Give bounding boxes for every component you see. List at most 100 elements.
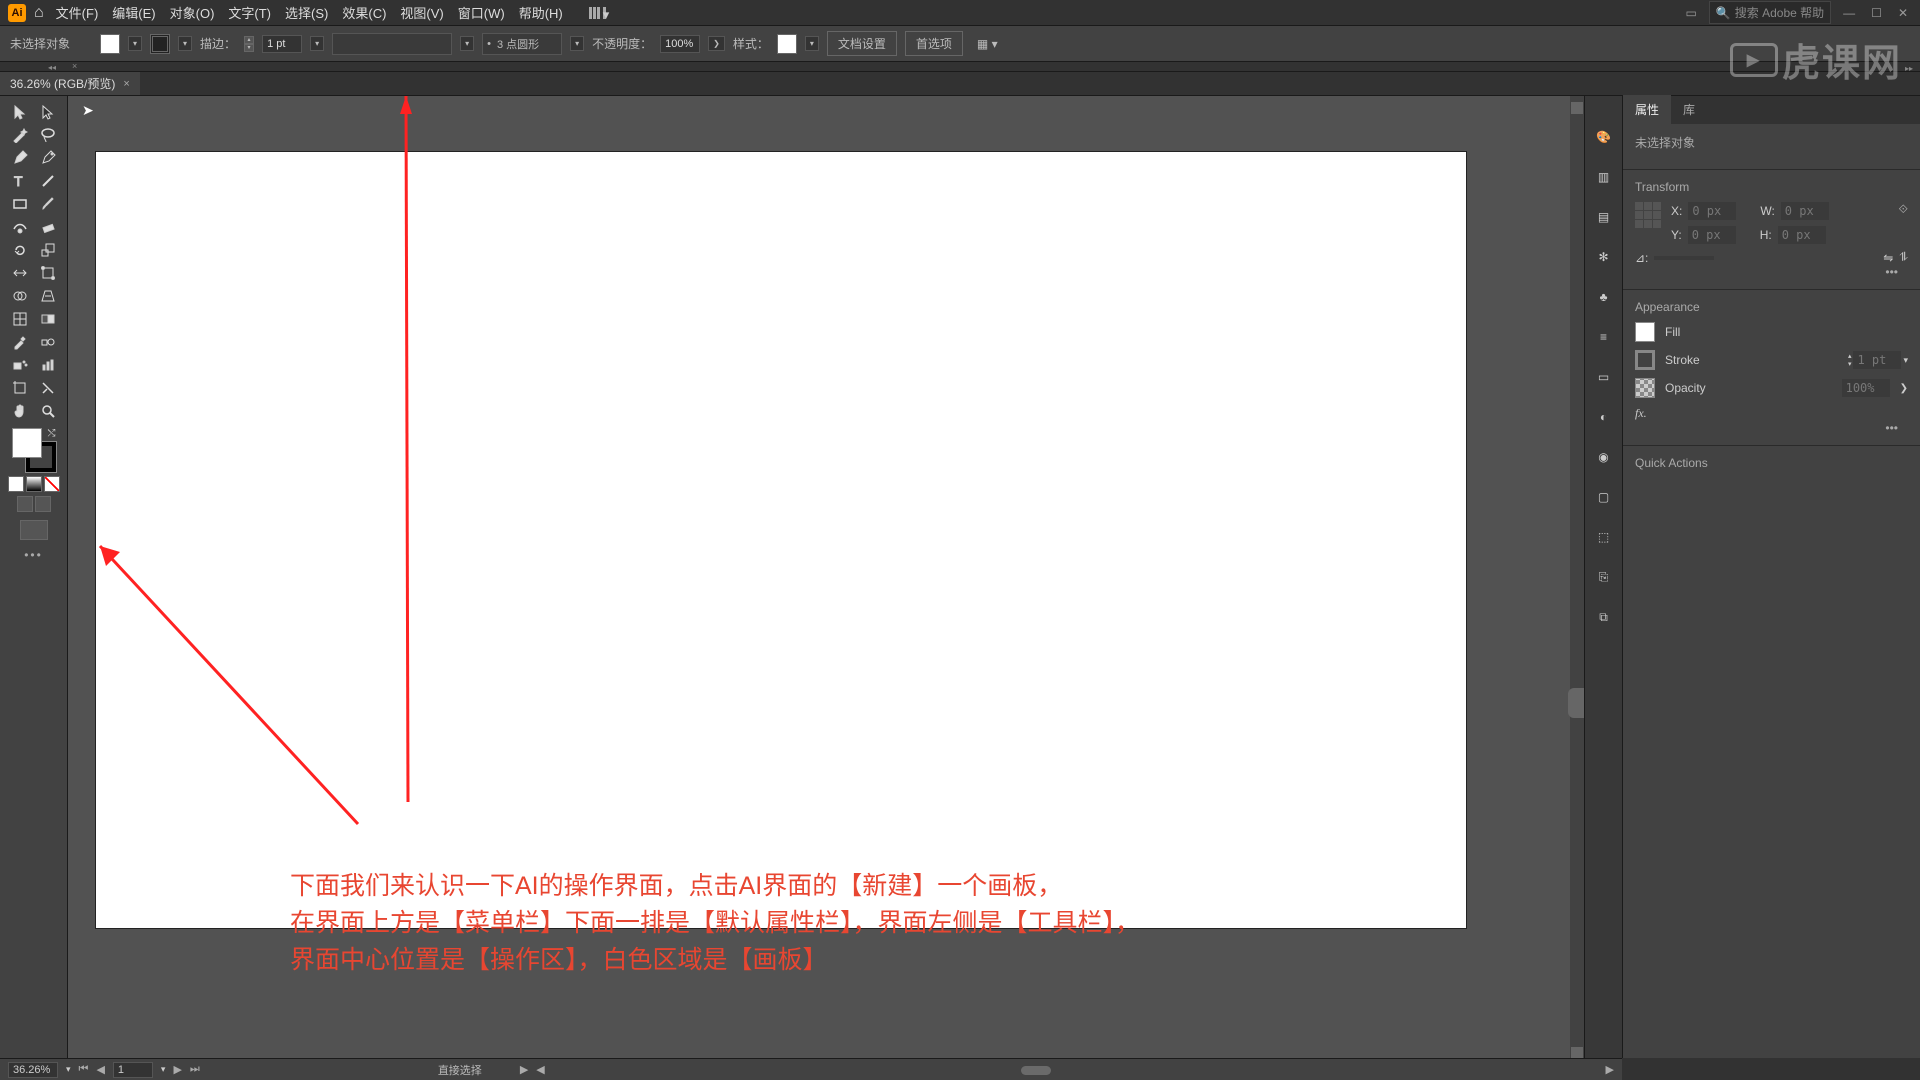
stroke-stepper[interactable]: ▴▾: [244, 36, 254, 52]
zoom-tool-icon[interactable]: [34, 399, 62, 422]
transform-flyout-icon[interactable]: •••: [1635, 265, 1908, 279]
last-artboard-icon[interactable]: ⏭: [190, 1063, 200, 1076]
hscroll-left-icon[interactable]: ◀: [536, 1063, 544, 1076]
perspective-tool-icon[interactable]: [34, 284, 62, 307]
prev-artboard-icon[interactable]: ◀: [96, 1063, 104, 1076]
symbol-sprayer-tool-icon[interactable]: [6, 353, 34, 376]
free-transform-tool-icon[interactable]: [34, 261, 62, 284]
hand-tool-icon[interactable]: [6, 399, 34, 422]
width-tool-icon[interactable]: [6, 261, 34, 284]
menu-type[interactable]: 文字(T): [228, 3, 271, 22]
shape-builder-tool-icon[interactable]: [6, 284, 34, 307]
artboard-number-input[interactable]: 1: [113, 1062, 153, 1078]
magic-wand-tool-icon[interactable]: [6, 123, 34, 146]
window-close-icon[interactable]: ✕: [1894, 6, 1912, 20]
w-input[interactable]: 0 px: [1781, 202, 1829, 220]
search-field[interactable]: 🔍搜索 Adobe 帮助: [1709, 1, 1831, 24]
vertical-scrollbar[interactable]: [1570, 96, 1584, 1058]
menu-effect[interactable]: 效果(C): [342, 3, 386, 22]
swap-fill-stroke-icon[interactable]: ⤭: [48, 428, 56, 439]
zoom-input[interactable]: 36.26%: [8, 1062, 58, 1078]
flip-h-icon[interactable]: ⇋: [1883, 251, 1893, 265]
menu-file[interactable]: 文件(F): [56, 3, 99, 22]
menu-edit[interactable]: 编辑(E): [112, 3, 155, 22]
appearance-fill-swatch[interactable]: [1635, 322, 1655, 342]
paintbrush-tool-icon[interactable]: [34, 192, 62, 215]
tab-properties[interactable]: 属性: [1623, 95, 1671, 124]
brush-preset-dropdown[interactable]: • 3 点圆形: [482, 33, 562, 55]
pen-tool-icon[interactable]: [6, 146, 34, 169]
transparency-panel-icon[interactable]: ▢: [1593, 486, 1615, 508]
preferences-button[interactable]: 首选项: [905, 31, 963, 56]
artboards-panel-icon[interactable]: ⧉: [1593, 606, 1615, 628]
fx-label[interactable]: fx.: [1635, 406, 1908, 421]
appearance-opacity-input[interactable]: 100%: [1842, 379, 1890, 397]
stroke-panel-icon[interactable]: ♣: [1593, 286, 1615, 308]
window-minimize-icon[interactable]: —: [1839, 6, 1859, 20]
brushes-panel-icon[interactable]: ▤: [1593, 206, 1615, 228]
stroke-dropdown-icon[interactable]: ▾: [178, 36, 192, 51]
arrange-docs-icon[interactable]: ▭: [1682, 6, 1701, 20]
swatches-panel-icon[interactable]: ▥: [1593, 166, 1615, 188]
fill-swatch[interactable]: [100, 34, 120, 54]
document-tab[interactable]: 36.26% (RGB/预览) ×: [0, 72, 140, 95]
rectangle-tool-icon[interactable]: [6, 192, 34, 215]
canvas-area[interactable]: ➤ 下面我们来认识一下AI的操作界面，点击AI界面的【新建】一个画板， 在界面上…: [68, 96, 1584, 1058]
artboard[interactable]: [96, 152, 1466, 928]
blend-tool-icon[interactable]: [34, 330, 62, 353]
eyedropper-tool-icon[interactable]: [6, 330, 34, 353]
appearance-stroke-swatch[interactable]: [1635, 350, 1655, 370]
lasso-tool-icon[interactable]: [34, 123, 62, 146]
horizontal-scrollbar[interactable]: [561, 1064, 1590, 1076]
symbols-panel-icon[interactable]: ✻: [1593, 246, 1615, 268]
slice-tool-icon[interactable]: [34, 376, 62, 399]
workspace-switcher-icon[interactable]: ▾: [589, 7, 606, 19]
color-mode-none[interactable]: [44, 476, 60, 492]
color-panel-icon[interactable]: 🎨: [1593, 126, 1615, 148]
artboard-tool-icon[interactable]: [6, 376, 34, 399]
color-mode-solid[interactable]: [8, 476, 24, 492]
tab-close-icon[interactable]: ×: [123, 78, 129, 90]
appearance-flyout-icon[interactable]: •••: [1635, 421, 1908, 435]
asset-export-panel-icon[interactable]: ⎘: [1593, 566, 1615, 588]
stroke-weight-input[interactable]: [262, 35, 302, 53]
layers-panel-icon[interactable]: ⬚: [1593, 526, 1615, 548]
color-mode-gradient[interactable]: [26, 476, 42, 492]
menu-window[interactable]: 窗口(W): [458, 3, 505, 22]
flip-v-icon[interactable]: ⥮: [1899, 250, 1908, 265]
h-input[interactable]: 0 px: [1778, 226, 1826, 244]
eraser-tool-icon[interactable]: [34, 215, 62, 238]
menu-object[interactable]: 对象(O): [170, 3, 215, 22]
first-artboard-icon[interactable]: ⏮: [79, 1063, 89, 1076]
home-icon[interactable]: ⌂: [34, 4, 44, 22]
curvature-tool-icon[interactable]: [34, 146, 62, 169]
column-graph-tool-icon[interactable]: [34, 353, 62, 376]
link-wh-icon[interactable]: ⟐: [1899, 202, 1908, 217]
stroke-profile-dropdown[interactable]: [332, 33, 452, 55]
appearance-stroke-input[interactable]: 1 pt: [1853, 351, 1901, 369]
menu-help[interactable]: 帮助(H): [519, 3, 563, 22]
mesh-tool-icon[interactable]: [6, 307, 34, 330]
transform-panel-icon[interactable]: ▭: [1593, 366, 1615, 388]
screen-mode-full[interactable]: [35, 496, 51, 512]
menu-view[interactable]: 视图(V): [400, 3, 443, 22]
angle-input[interactable]: [1654, 256, 1714, 260]
align-panel-icon[interactable]: ≡: [1593, 326, 1615, 348]
opacity-dropdown-icon[interactable]: ❯: [708, 36, 725, 51]
screen-mode-normal[interactable]: [17, 496, 33, 512]
reference-point-grid[interactable]: [1635, 202, 1661, 228]
direct-selection-tool-icon[interactable]: [34, 100, 62, 123]
tab-libraries[interactable]: 库: [1671, 95, 1707, 124]
doc-setup-button[interactable]: 文档设置: [827, 31, 897, 56]
tools-more-icon[interactable]: •••: [24, 548, 43, 562]
align-icon[interactable]: ▦ ▾: [977, 37, 998, 51]
type-tool-icon[interactable]: T: [6, 169, 34, 192]
fill-dropdown-icon[interactable]: ▾: [128, 36, 142, 51]
scale-tool-icon[interactable]: [34, 238, 62, 261]
shaper-tool-icon[interactable]: [6, 215, 34, 238]
fill-proxy[interactable]: [12, 428, 42, 458]
opacity-input[interactable]: [660, 35, 700, 53]
appearance-opacity-swatch[interactable]: [1635, 378, 1655, 398]
y-input[interactable]: 0 px: [1688, 226, 1736, 244]
selection-tool-icon[interactable]: [6, 100, 34, 123]
